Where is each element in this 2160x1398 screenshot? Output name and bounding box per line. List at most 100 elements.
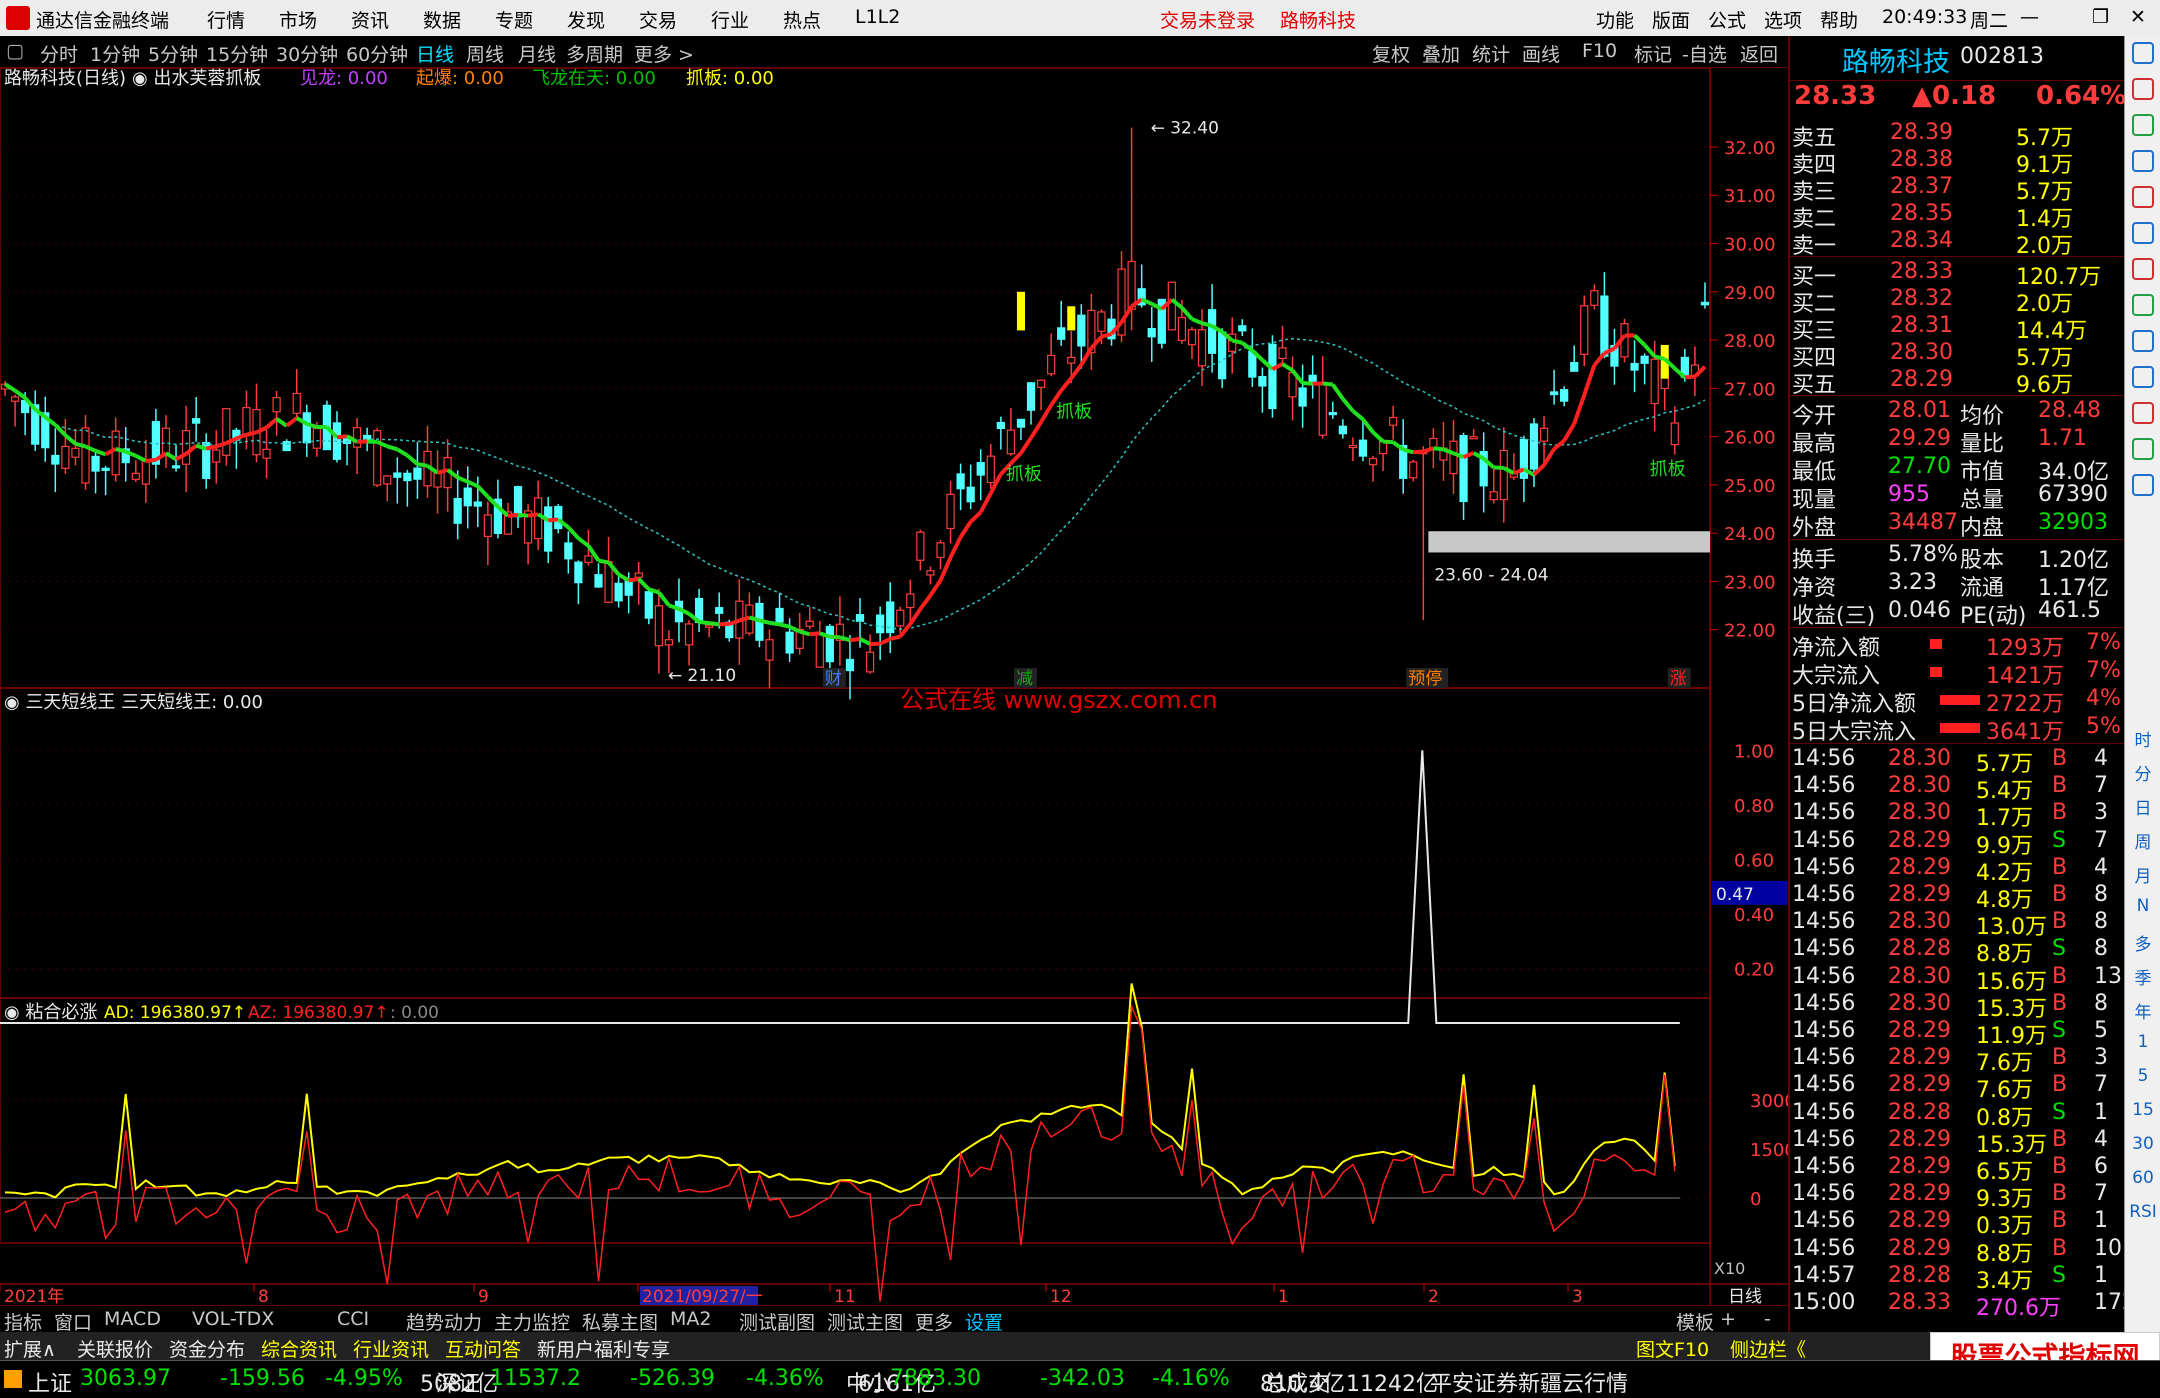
menu-redian[interactable]: 热点 — [783, 6, 821, 33]
period-side-icon[interactable]: 15 — [2125, 1100, 2160, 1120]
btn-zixuan[interactable]: -自选 — [1682, 40, 1727, 67]
menu-shuju[interactable]: 数据 — [423, 6, 461, 33]
login-status[interactable]: 交易未登录 — [1160, 6, 1255, 33]
period-daily[interactable]: 日线 — [416, 40, 454, 67]
period-side-icon[interactable]: 5 — [2125, 1066, 2160, 1086]
period-more[interactable]: 更多 > — [634, 40, 694, 67]
period-30min[interactable]: 30分钟 — [276, 40, 338, 67]
period-side-icon[interactable]: RSI — [2125, 1202, 2160, 1222]
indicator-tab-2[interactable]: MACD — [104, 1308, 161, 1330]
minimize-icon[interactable]: — — [2020, 6, 2039, 28]
menu-l1l2[interactable]: L1L2 — [855, 6, 900, 28]
btn-f10[interactable]: F10 — [1582, 40, 1617, 62]
tool-icon[interactable] — [2132, 330, 2154, 352]
period-weekly[interactable]: 周线 — [466, 40, 504, 67]
menu-bangzhu[interactable]: 帮助 — [1820, 6, 1858, 33]
extension-bar: 扩展∧关联报价资金分布综合资讯行业资讯互动问答新用户福利专享图文F10侧边栏《股… — [0, 1332, 2160, 1360]
ext-tab-5[interactable]: 互动问答 — [445, 1335, 521, 1362]
menu-gongneng[interactable]: 功能 — [1596, 6, 1634, 33]
period-side-icon[interactable]: 1 — [2125, 1032, 2160, 1052]
tool-icon[interactable] — [2132, 78, 2154, 100]
period-60min[interactable]: 60分钟 — [346, 40, 408, 67]
period-side-icon[interactable]: 年 — [2125, 998, 2160, 1023]
menu-hangqing[interactable]: 行情 — [207, 6, 245, 33]
indicator-tab-1[interactable]: 窗口 — [54, 1308, 92, 1335]
template-btn-1[interactable]: + — [1720, 1308, 1736, 1330]
ext-tab-2[interactable]: 资金分布 — [169, 1335, 245, 1362]
menu-zhuanti[interactable]: 专题 — [495, 6, 533, 33]
menu-gongshi[interactable]: 公式 — [1708, 6, 1746, 33]
btn-diejia[interactable]: 叠加 — [1422, 40, 1460, 67]
ext-tab-4[interactable]: 行业资讯 — [353, 1335, 429, 1362]
ma-short-segment — [629, 579, 639, 581]
period-side-icon[interactable]: 季 — [2125, 964, 2160, 989]
tool-icon[interactable] — [2132, 366, 2154, 388]
tool-icon[interactable] — [2132, 438, 2154, 460]
ext-tab-3[interactable]: 综合资讯 — [261, 1335, 337, 1362]
period-side-icon[interactable]: 时 — [2125, 726, 2160, 751]
period-monthly[interactable]: 月线 — [518, 40, 556, 67]
period-side-icon[interactable]: 分 — [2125, 760, 2160, 785]
tick-row-cell: B — [2052, 1208, 2067, 1233]
tool-icon[interactable] — [2132, 294, 2154, 316]
candle-body — [635, 573, 642, 577]
tool-icon[interactable] — [2132, 42, 2154, 64]
menu-zixun[interactable]: 资讯 — [351, 6, 389, 33]
menu-shichang[interactable]: 市场 — [279, 6, 317, 33]
indicator-tab-6[interactable]: 主力监控 — [494, 1308, 570, 1335]
ext-tab-0[interactable]: 扩展∧ — [4, 1335, 56, 1362]
indicator-tab-11[interactable]: 更多 — [915, 1308, 953, 1335]
tool-icon[interactable] — [2132, 402, 2154, 424]
menu-xuanxiang[interactable]: 选项 — [1764, 6, 1802, 33]
period-side-icon[interactable]: 60 — [2125, 1168, 2160, 1188]
btn-tongji[interactable]: 统计 — [1472, 40, 1510, 67]
ext-right-1[interactable]: 侧边栏《 — [1730, 1335, 1806, 1362]
template-btn-2[interactable]: - — [1764, 1308, 1771, 1330]
btn-biaoji[interactable]: 标记 — [1634, 40, 1672, 67]
period-side-icon[interactable]: 日 — [2125, 794, 2160, 819]
tick-row-cell: S — [2052, 1018, 2066, 1043]
template-btn-0[interactable]: 模板 — [1676, 1308, 1714, 1335]
indicator-tab-0[interactable]: 指标 — [4, 1308, 42, 1335]
menu-banmian[interactable]: 版面 — [1652, 6, 1690, 33]
period-side-icon[interactable]: 周 — [2125, 828, 2160, 853]
period-fenshi[interactable]: 分时 — [40, 40, 78, 67]
menu-toggle-icon[interactable]: ▢ — [6, 40, 24, 62]
period-side-icon[interactable]: 多 — [2125, 930, 2160, 955]
ext-tab-6[interactable]: 新用户福利专享 — [537, 1335, 670, 1362]
tool-icon[interactable] — [2132, 150, 2154, 172]
stat-row-cell: 67390 — [2038, 482, 2108, 507]
tool-icon[interactable] — [2132, 222, 2154, 244]
indicator-tab-8[interactable]: MA2 — [670, 1308, 711, 1330]
close-icon[interactable]: ✕ — [2130, 6, 2146, 28]
btn-huaxian[interactable]: 画线 — [1522, 40, 1560, 67]
btn-fuquan[interactable]: 复权 — [1372, 40, 1410, 67]
ext-right-0[interactable]: 图文F10 — [1636, 1335, 1709, 1362]
tool-icon[interactable] — [2132, 114, 2154, 136]
indicator-tab-9[interactable]: 测试副图 — [739, 1308, 815, 1335]
tool-icon[interactable] — [2132, 186, 2154, 208]
tool-icon[interactable] — [2132, 474, 2154, 496]
ext-tab-1[interactable]: 关联报价 — [77, 1335, 153, 1362]
restore-icon[interactable]: ❐ — [2092, 6, 2109, 28]
menu-jiaoyi[interactable]: 交易 — [639, 6, 677, 33]
period-1min[interactable]: 1分钟 — [90, 40, 140, 67]
period-side-icon[interactable]: 月 — [2125, 862, 2160, 887]
period-side-icon[interactable]: N — [2125, 896, 2160, 916]
indicator-tab-7[interactable]: 私募主图 — [582, 1308, 658, 1335]
indicator-tab-5[interactable]: 趋势动力 — [406, 1308, 482, 1335]
period-side-icon[interactable]: 30 — [2125, 1134, 2160, 1154]
period-multi[interactable]: 多周期 — [566, 40, 623, 67]
btn-fanhui[interactable]: 返回 — [1740, 40, 1778, 67]
indicator-tab-3[interactable]: VOL-TDX — [192, 1308, 274, 1330]
period-5min[interactable]: 5分钟 — [148, 40, 198, 67]
chart-area[interactable]: 32.0031.0030.0029.0028.0027.0026.0025.00… — [0, 68, 1788, 1308]
menu-faxian[interactable]: 发现 — [567, 6, 605, 33]
indicator-tab-12[interactable]: 设置 — [965, 1308, 1003, 1335]
period-15min[interactable]: 15分钟 — [206, 40, 268, 67]
indicator-tab-10[interactable]: 测试主图 — [827, 1308, 903, 1335]
tool-icon[interactable] — [2132, 258, 2154, 280]
menu-hangye[interactable]: 行业 — [711, 6, 749, 33]
indicator-tab-4[interactable]: CCI — [337, 1308, 369, 1330]
market-icon[interactable] — [4, 1370, 22, 1388]
